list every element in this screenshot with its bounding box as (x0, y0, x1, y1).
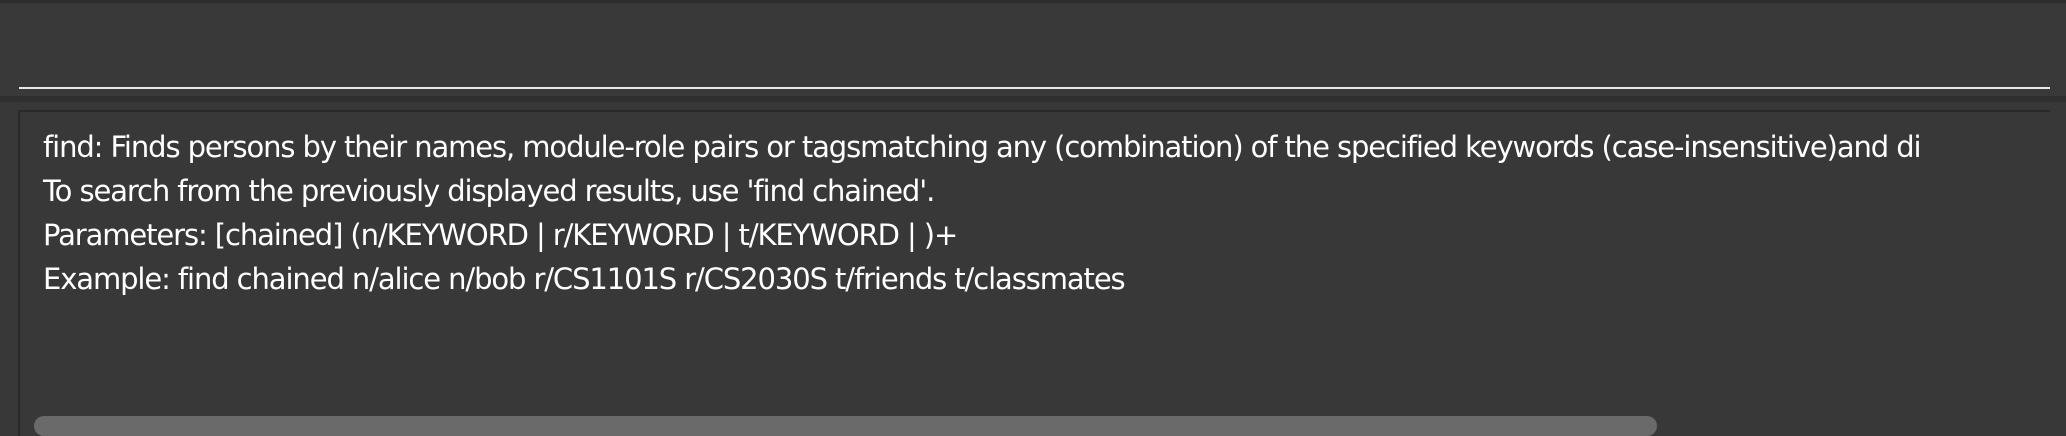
result-display[interactable]: find: Finds persons by their names, modu… (18, 110, 2050, 436)
result-line: Example: find chained n/alice n/bob r/CS… (43, 262, 1126, 296)
result-line: Parameters: [chained] (n/KEYWORD | r/KEY… (43, 218, 958, 252)
horizontal-scrollbar[interactable] (20, 410, 2050, 436)
command-input[interactable] (19, 31, 2050, 89)
command-box-panel (0, 0, 2066, 96)
result-line: find: Finds persons by their names, modu… (43, 130, 1922, 164)
result-line: To search from the previously displayed … (43, 174, 935, 208)
horizontal-scrollbar-thumb[interactable] (34, 416, 1657, 436)
result-text: find: Finds persons by their names, modu… (43, 125, 1922, 301)
panel-separator (0, 96, 2066, 102)
